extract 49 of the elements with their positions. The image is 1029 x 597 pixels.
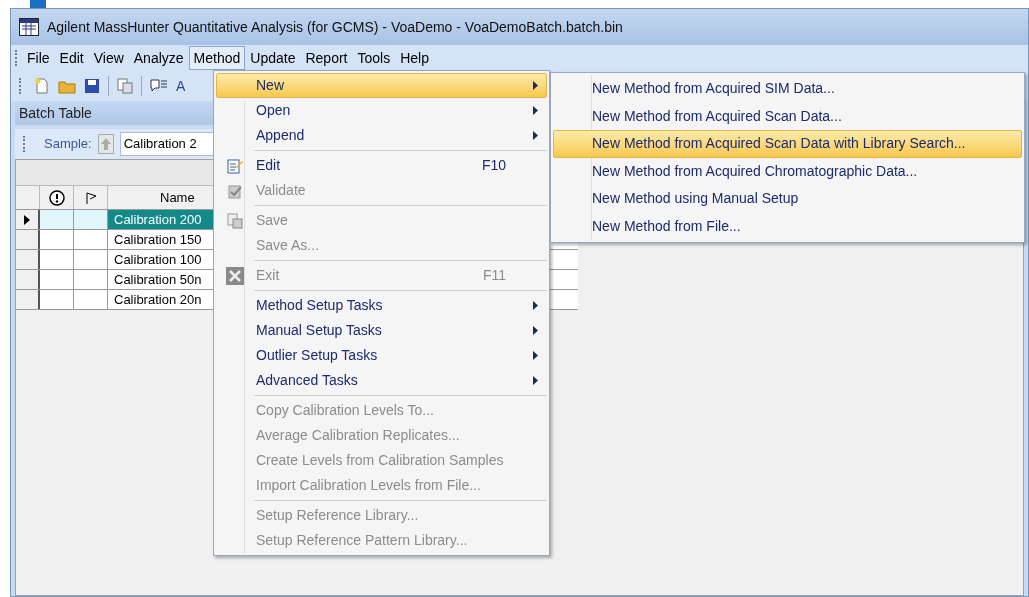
menu-item[interactable]: New Method from Acquired Scan Data with Library Search... (553, 130, 1022, 158)
menu-item[interactable]: New Method from File... (553, 212, 1022, 240)
row-header[interactable] (16, 250, 40, 269)
submenu-arrow-icon (533, 81, 538, 90)
menu-bar-item[interactable]: Update (245, 46, 301, 70)
menu-bar-item[interactable]: Tools (352, 46, 396, 70)
menu-item[interactable]: Advanced Tasks (216, 368, 547, 393)
menu-item[interactable]: New Method using Manual Setup (553, 185, 1022, 213)
menu-bar-item[interactable]: Edit (54, 46, 89, 70)
app-icon (19, 18, 39, 36)
copy-icon[interactable] (117, 78, 133, 94)
submenu-arrow-icon (533, 376, 538, 385)
menu-bar-item[interactable]: Method (188, 46, 246, 70)
menu-item[interactable]: Open (216, 98, 547, 123)
menu-bar-item[interactable]: View (88, 46, 129, 70)
menu-item[interactable]: New (216, 73, 547, 98)
warning-icon (48, 189, 65, 206)
menu-item[interactable]: Manual Setup Tasks (216, 318, 547, 343)
submenu-arrow-icon (533, 301, 538, 310)
submenu-arrow-icon (533, 106, 538, 115)
menu-bar-item[interactable]: File (22, 46, 55, 70)
menu-item[interactable]: Edit F10 (216, 153, 547, 178)
menu-item[interactable]: Outlier Setup Tasks (216, 343, 547, 368)
sample-label: Sample: (44, 135, 92, 154)
row-header[interactable] (16, 230, 40, 249)
menu-item[interactable]: New Method from Acquired Scan Data... (553, 102, 1022, 130)
toolbar-label[interactable]: A (176, 75, 186, 97)
row-header[interactable] (16, 210, 40, 229)
save-icon[interactable] (84, 78, 100, 94)
row-header[interactable] (16, 290, 40, 309)
save-icon (227, 212, 243, 229)
menu-bar-item[interactable]: Report (300, 46, 353, 70)
menu-bar-item[interactable]: Help (395, 46, 434, 70)
menu-item[interactable]: New Method from Acquired Chromatographic Data... (553, 157, 1022, 185)
submenu-arrow-icon (533, 326, 538, 335)
window-title: Agilent MassHunter Quantitative Analysis (for GCMS) - VoaDemo - VoaDemoBatch.batch.bin (47, 17, 623, 37)
menu-item[interactable]: New Method from Acquired SIM Data... (553, 75, 1022, 103)
submenu-arrow-icon (533, 351, 538, 360)
submenu-arrow-icon (533, 131, 538, 140)
menu-item[interactable]: Method Setup Tasks (216, 293, 547, 318)
menu-bar-item[interactable]: Analyze (128, 46, 189, 70)
clipboard-check-icon (227, 182, 243, 199)
row-header[interactable] (16, 270, 40, 289)
background-window-edge (30, 0, 46, 8)
comment-list-icon[interactable] (150, 78, 168, 94)
close-icon (226, 266, 244, 285)
panel-title: Batch Table (19, 103, 92, 123)
flag-icon (84, 191, 97, 204)
edit-icon (227, 157, 243, 174)
